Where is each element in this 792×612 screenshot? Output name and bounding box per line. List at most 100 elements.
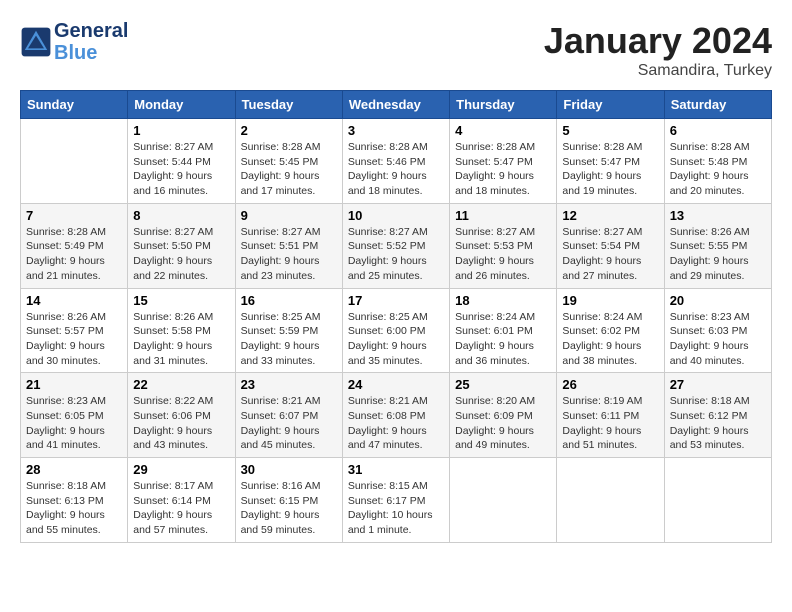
day-number: 31 [348, 462, 444, 477]
day-info: Sunrise: 8:17 AM Sunset: 6:14 PM Dayligh… [133, 479, 229, 538]
calendar-cell: 31Sunrise: 8:15 AM Sunset: 6:17 PM Dayli… [342, 458, 449, 543]
day-info: Sunrise: 8:20 AM Sunset: 6:09 PM Dayligh… [455, 394, 551, 453]
calendar-cell: 23 Sunrise: 8:21 AM Sunset: 6:07 PM Dayli… [235, 373, 342, 458]
location: Samandira, Turkey [544, 62, 772, 80]
day-number: 26 [562, 377, 658, 392]
day-info: Sunrise: 8:21 AM Sunset: 6:08 PM Dayligh… [348, 394, 444, 453]
calendar-cell: 7 Sunrise: 8:28 AM Sunset: 5:49 PM Daylig… [21, 203, 128, 288]
day-number: 9 [241, 208, 337, 223]
day-info: Sunrise: 8:19 AM Sunset: 6:11 PM Dayligh… [562, 394, 658, 453]
day-number: 5 [562, 123, 658, 138]
day-number: 30 [241, 462, 337, 477]
day-info: Sunrise: 8:22 AM Sunset: 6:06 PM Dayligh… [133, 394, 229, 453]
calendar-cell: 22 Sunrise: 8:22 AM Sunset: 6:06 PM Dayli… [128, 373, 235, 458]
calendar-cell: 26 Sunrise: 8:19 AM Sunset: 6:11 PM Dayli… [557, 373, 664, 458]
calendar-week-row: 7 Sunrise: 8:28 AM Sunset: 5:49 PM Daylig… [21, 203, 772, 288]
day-info: Sunrise: 8:28 AM Sunset: 5:45 PM Dayligh… [241, 140, 337, 199]
calendar-cell: 18Sunrise: 8:24 AM Sunset: 6:01 PM Dayli… [450, 288, 557, 373]
calendar-cell: 10 Sunrise: 8:27 AM Sunset: 5:52 PM Dayli… [342, 203, 449, 288]
day-number: 28 [26, 462, 122, 477]
day-number: 17 [348, 293, 444, 308]
day-info: Sunrise: 8:28 AM Sunset: 5:48 PM Dayligh… [670, 140, 766, 199]
calendar-cell: 17Sunrise: 8:25 AM Sunset: 6:00 PM Dayli… [342, 288, 449, 373]
calendar-cell: 19 Sunrise: 8:24 AM Sunset: 6:02 PM Dayli… [557, 288, 664, 373]
day-info: Sunrise: 8:18 AM Sunset: 6:13 PM Dayligh… [26, 479, 122, 538]
day-number: 8 [133, 208, 229, 223]
day-info: Sunrise: 8:24 AM Sunset: 6:01 PM Dayligh… [455, 310, 551, 369]
day-info: Sunrise: 8:16 AM Sunset: 6:15 PM Dayligh… [241, 479, 337, 538]
calendar-cell: 21Sunrise: 8:23 AM Sunset: 6:05 PM Dayli… [21, 373, 128, 458]
weekday-header: Sunday [21, 91, 128, 119]
calendar-week-row: 1 Sunrise: 8:27 AM Sunset: 5:44 PM Daylig… [21, 119, 772, 204]
logo-icon [20, 26, 52, 58]
day-number: 27 [670, 377, 766, 392]
day-number: 23 [241, 377, 337, 392]
day-number: 21 [26, 377, 122, 392]
day-number: 15 [133, 293, 229, 308]
calendar-cell: 28 Sunrise: 8:18 AM Sunset: 6:13 PM Dayli… [21, 458, 128, 543]
weekday-header: Wednesday [342, 91, 449, 119]
logo-text-line2: Blue [54, 42, 128, 64]
calendar-cell: 24 Sunrise: 8:21 AM Sunset: 6:08 PM Dayli… [342, 373, 449, 458]
day-number: 19 [562, 293, 658, 308]
day-number: 14 [26, 293, 122, 308]
day-info: Sunrise: 8:21 AM Sunset: 6:07 PM Dayligh… [241, 394, 337, 453]
calendar-cell: 5Sunrise: 8:28 AM Sunset: 5:47 PM Daylig… [557, 119, 664, 204]
day-info: Sunrise: 8:27 AM Sunset: 5:52 PM Dayligh… [348, 225, 444, 284]
calendar-cell [21, 119, 128, 204]
calendar-cell: 9 Sunrise: 8:27 AM Sunset: 5:51 PM Daylig… [235, 203, 342, 288]
calendar-cell [450, 458, 557, 543]
calendar-cell [664, 458, 771, 543]
calendar-cell: 4 Sunrise: 8:28 AM Sunset: 5:47 PM Daylig… [450, 119, 557, 204]
logo: General Blue [20, 20, 128, 64]
calendar-cell: 8 Sunrise: 8:27 AM Sunset: 5:50 PM Daylig… [128, 203, 235, 288]
day-number: 13 [670, 208, 766, 223]
day-info: Sunrise: 8:25 AM Sunset: 5:59 PM Dayligh… [241, 310, 337, 369]
day-info: Sunrise: 8:26 AM Sunset: 5:58 PM Dayligh… [133, 310, 229, 369]
day-number: 7 [26, 208, 122, 223]
day-info: Sunrise: 8:26 AM Sunset: 5:57 PM Dayligh… [26, 310, 122, 369]
day-number: 24 [348, 377, 444, 392]
day-info: Sunrise: 8:27 AM Sunset: 5:53 PM Dayligh… [455, 225, 551, 284]
weekday-header: Monday [128, 91, 235, 119]
weekday-header: Saturday [664, 91, 771, 119]
calendar-cell: 6Sunrise: 8:28 AM Sunset: 5:48 PM Daylig… [664, 119, 771, 204]
day-number: 12 [562, 208, 658, 223]
day-number: 22 [133, 377, 229, 392]
day-info: Sunrise: 8:27 AM Sunset: 5:51 PM Dayligh… [241, 225, 337, 284]
weekday-header: Thursday [450, 91, 557, 119]
calendar-cell: 29 Sunrise: 8:17 AM Sunset: 6:14 PM Dayli… [128, 458, 235, 543]
day-info: Sunrise: 8:27 AM Sunset: 5:54 PM Dayligh… [562, 225, 658, 284]
day-info: Sunrise: 8:28 AM Sunset: 5:49 PM Dayligh… [26, 225, 122, 284]
page-header: General Blue January 2024 Samandira, Tur… [20, 20, 772, 80]
day-number: 2 [241, 123, 337, 138]
day-info: Sunrise: 8:18 AM Sunset: 6:12 PM Dayligh… [670, 394, 766, 453]
day-number: 29 [133, 462, 229, 477]
calendar-cell [557, 458, 664, 543]
calendar-cell: 13Sunrise: 8:26 AM Sunset: 5:55 PM Dayli… [664, 203, 771, 288]
calendar-cell: 14 Sunrise: 8:26 AM Sunset: 5:57 PM Dayli… [21, 288, 128, 373]
calendar-table: SundayMondayTuesdayWednesdayThursdayFrid… [20, 90, 772, 543]
calendar-cell: 27 Sunrise: 8:18 AM Sunset: 6:12 PM Dayli… [664, 373, 771, 458]
weekday-header: Friday [557, 91, 664, 119]
calendar-cell: 3 Sunrise: 8:28 AM Sunset: 5:46 PM Daylig… [342, 119, 449, 204]
day-info: Sunrise: 8:28 AM Sunset: 5:47 PM Dayligh… [455, 140, 551, 199]
day-info: Sunrise: 8:23 AM Sunset: 6:03 PM Dayligh… [670, 310, 766, 369]
logo-text-line1: General [54, 20, 128, 42]
calendar-week-row: 21Sunrise: 8:23 AM Sunset: 6:05 PM Dayli… [21, 373, 772, 458]
weekday-header: Tuesday [235, 91, 342, 119]
day-number: 1 [133, 123, 229, 138]
day-number: 4 [455, 123, 551, 138]
calendar-cell: 15 Sunrise: 8:26 AM Sunset: 5:58 PM Dayli… [128, 288, 235, 373]
day-info: Sunrise: 8:27 AM Sunset: 5:50 PM Dayligh… [133, 225, 229, 284]
day-number: 25 [455, 377, 551, 392]
day-number: 10 [348, 208, 444, 223]
day-number: 16 [241, 293, 337, 308]
calendar-cell: 12 Sunrise: 8:27 AM Sunset: 5:54 PM Dayli… [557, 203, 664, 288]
day-number: 11 [455, 208, 551, 223]
day-info: Sunrise: 8:27 AM Sunset: 5:44 PM Dayligh… [133, 140, 229, 199]
calendar-cell: 1 Sunrise: 8:27 AM Sunset: 5:44 PM Daylig… [128, 119, 235, 204]
day-info: Sunrise: 8:28 AM Sunset: 5:46 PM Dayligh… [348, 140, 444, 199]
day-number: 3 [348, 123, 444, 138]
day-info: Sunrise: 8:24 AM Sunset: 6:02 PM Dayligh… [562, 310, 658, 369]
